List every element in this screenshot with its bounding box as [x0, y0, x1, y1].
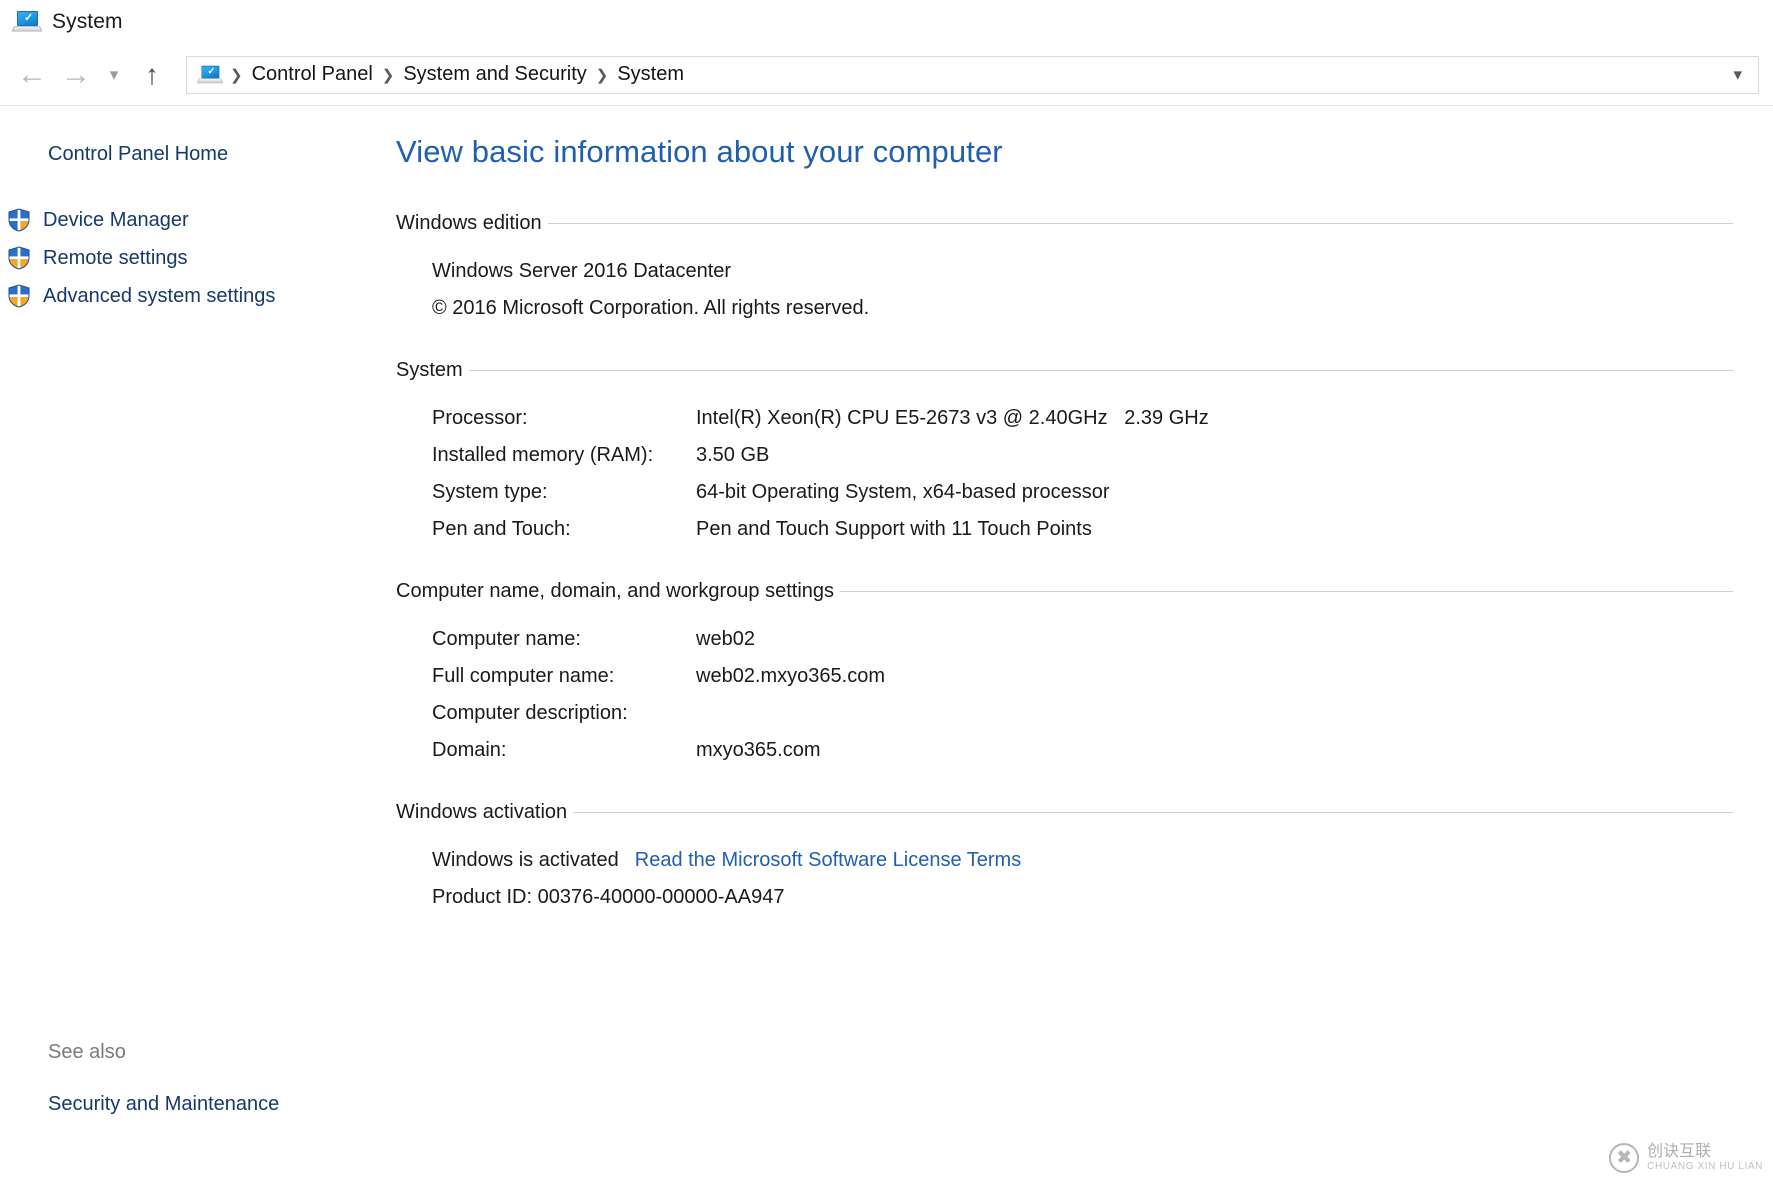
info-row-pen-and-touch: Pen and Touch: Pen and Touch Support wit… — [396, 511, 1733, 548]
info-row-computer-description: Computer description: — [396, 695, 1733, 732]
info-value: Intel(R) Xeon(R) CPU E5-2673 v3 @ 2.40GH… — [696, 407, 1209, 430]
uac-shield-icon — [8, 208, 30, 232]
arrow-left-icon[interactable]: ← — [10, 53, 54, 97]
section-rule — [573, 812, 1733, 813]
section-rule — [469, 370, 1733, 371]
info-value: web02 — [696, 628, 755, 651]
section-title: Computer name, domain, and workgroup set… — [396, 580, 834, 603]
windows-edition-name: Windows Server 2016 Datacenter — [396, 253, 1733, 290]
uac-shield-icon — [8, 246, 30, 270]
sidebar-item-remote-settings[interactable]: Remote settings — [0, 239, 388, 277]
section-title: System — [396, 359, 463, 382]
info-row-domain: Domain: mxyo365.com — [396, 732, 1733, 769]
breadcrumb-separator-icon: ❯ — [227, 66, 246, 84]
window-title: System — [52, 10, 123, 34]
section-windows-edition: Windows edition Windows Server 2016 Data… — [396, 212, 1733, 327]
breadcrumb-separator-icon: ❯ — [593, 66, 612, 84]
info-value: 3.50 GB — [696, 444, 769, 467]
info-label: Pen and Touch: — [432, 518, 696, 541]
info-value: Pen and Touch Support with 11 Touch Poin… — [696, 518, 1092, 541]
section-rule — [840, 591, 1733, 592]
section-title: Windows activation — [396, 801, 567, 824]
info-label: Computer description: — [432, 702, 696, 725]
sidebar-item-label: Advanced system settings — [43, 285, 275, 308]
license-terms-link[interactable]: Read the Microsoft Software License Term… — [635, 849, 1021, 872]
arrow-right-icon[interactable]: → — [54, 53, 98, 97]
info-label: Domain: — [432, 739, 696, 762]
windows-edition-copyright: © 2016 Microsoft Corporation. All rights… — [396, 290, 1733, 327]
arrow-up-icon[interactable]: ↑ — [130, 53, 174, 97]
breadcrumb-item-system[interactable]: System — [611, 63, 690, 86]
info-label: Installed memory (RAM): — [432, 444, 696, 467]
info-row-computer-name: Computer name: web02 — [396, 621, 1733, 658]
watermark-cn-label: 创诀互联 — [1647, 1143, 1763, 1161]
section-header: Windows edition — [396, 212, 1733, 235]
activation-status-row: Windows is activated Read the Microsoft … — [396, 842, 1733, 879]
info-label: Processor: — [432, 407, 696, 430]
section-header: System — [396, 359, 1733, 382]
section-header: Windows activation — [396, 801, 1733, 824]
address-system-icon: ✓ — [199, 65, 221, 84]
sidebar-item-label: Control Panel Home — [48, 143, 228, 166]
section-header: Computer name, domain, and workgroup set… — [396, 580, 1733, 603]
breadcrumb-separator-icon: ❯ — [379, 66, 398, 84]
info-value: mxyo365.com — [696, 739, 821, 762]
section-rule — [548, 223, 1733, 224]
info-row-full-computer-name: Full computer name: web02.mxyo365.com — [396, 658, 1733, 695]
sidebar-item-label: Remote settings — [43, 247, 188, 270]
info-label: System type: — [432, 481, 696, 504]
info-label: Full computer name: — [432, 665, 696, 688]
info-value: web02.mxyo365.com — [696, 665, 885, 688]
sidebar-item-device-manager[interactable]: Device Manager — [0, 201, 388, 239]
see-also-heading: See also — [48, 1041, 126, 1064]
info-value: 64-bit Operating System, x64-based proce… — [696, 481, 1110, 504]
watermark-logo-icon: ✖ — [1609, 1143, 1639, 1173]
content-area: Control Panel Home D — [0, 106, 1773, 1182]
title-bar: ✓ System — [0, 0, 1773, 44]
sidebar-item-advanced-system-settings[interactable]: Advanced system settings — [0, 277, 388, 315]
activation-status-text: Windows is activated — [432, 849, 619, 872]
info-row-installed-memory: Installed memory (RAM): 3.50 GB — [396, 437, 1733, 474]
sidebar-item-security-and-maintenance[interactable]: Security and Maintenance — [48, 1093, 279, 1116]
chevron-down-icon[interactable]: ▾ — [98, 53, 130, 97]
section-system: System Processor: Intel(R) Xeon(R) CPU E… — [396, 359, 1733, 548]
watermark: ✖ 创诀互联 CHUANG XIN HU LIAN — [1609, 1143, 1763, 1173]
main-panel: View basic information about your comput… — [388, 106, 1773, 1182]
section-title: Windows edition — [396, 212, 542, 235]
section-windows-activation: Windows activation Windows is activated … — [396, 801, 1733, 916]
page-title: View basic information about your comput… — [396, 134, 1733, 170]
breadcrumb-item-system-and-security[interactable]: System and Security — [397, 63, 592, 86]
system-control-panel-window: ✓ System ← → ▾ ↑ ✓ ❯ Control Panel ❯ Sys… — [0, 0, 1773, 1183]
sidebar-item-label: Device Manager — [43, 209, 189, 232]
info-row-system-type: System type: 64-bit Operating System, x6… — [396, 474, 1733, 511]
watermark-text: 创诀互联 CHUANG XIN HU LIAN — [1647, 1143, 1763, 1173]
section-computer-name: Computer name, domain, and workgroup set… — [396, 580, 1733, 769]
system-monitor-check-icon: ✓ — [14, 11, 40, 33]
product-id-text: Product ID: 00376-40000-00000-AA947 — [396, 879, 1733, 916]
watermark-en-label: CHUANG XIN HU LIAN — [1647, 1161, 1763, 1173]
breadcrumb-item-control-panel[interactable]: Control Panel — [246, 63, 379, 86]
sidebar: Control Panel Home D — [0, 106, 388, 1182]
address-breadcrumb-bar[interactable]: ✓ ❯ Control Panel ❯ System and Security … — [186, 56, 1759, 94]
info-label: Computer name: — [432, 628, 696, 651]
info-row-processor: Processor: Intel(R) Xeon(R) CPU E5-2673 … — [396, 400, 1733, 437]
uac-shield-icon — [8, 284, 30, 308]
address-chevron-down-icon[interactable]: ▾ — [1725, 65, 1750, 85]
sidebar-item-control-panel-home[interactable]: Control Panel Home — [0, 136, 388, 173]
navigation-bar: ← → ▾ ↑ ✓ ❯ Control Panel ❯ System and S… — [0, 44, 1773, 106]
